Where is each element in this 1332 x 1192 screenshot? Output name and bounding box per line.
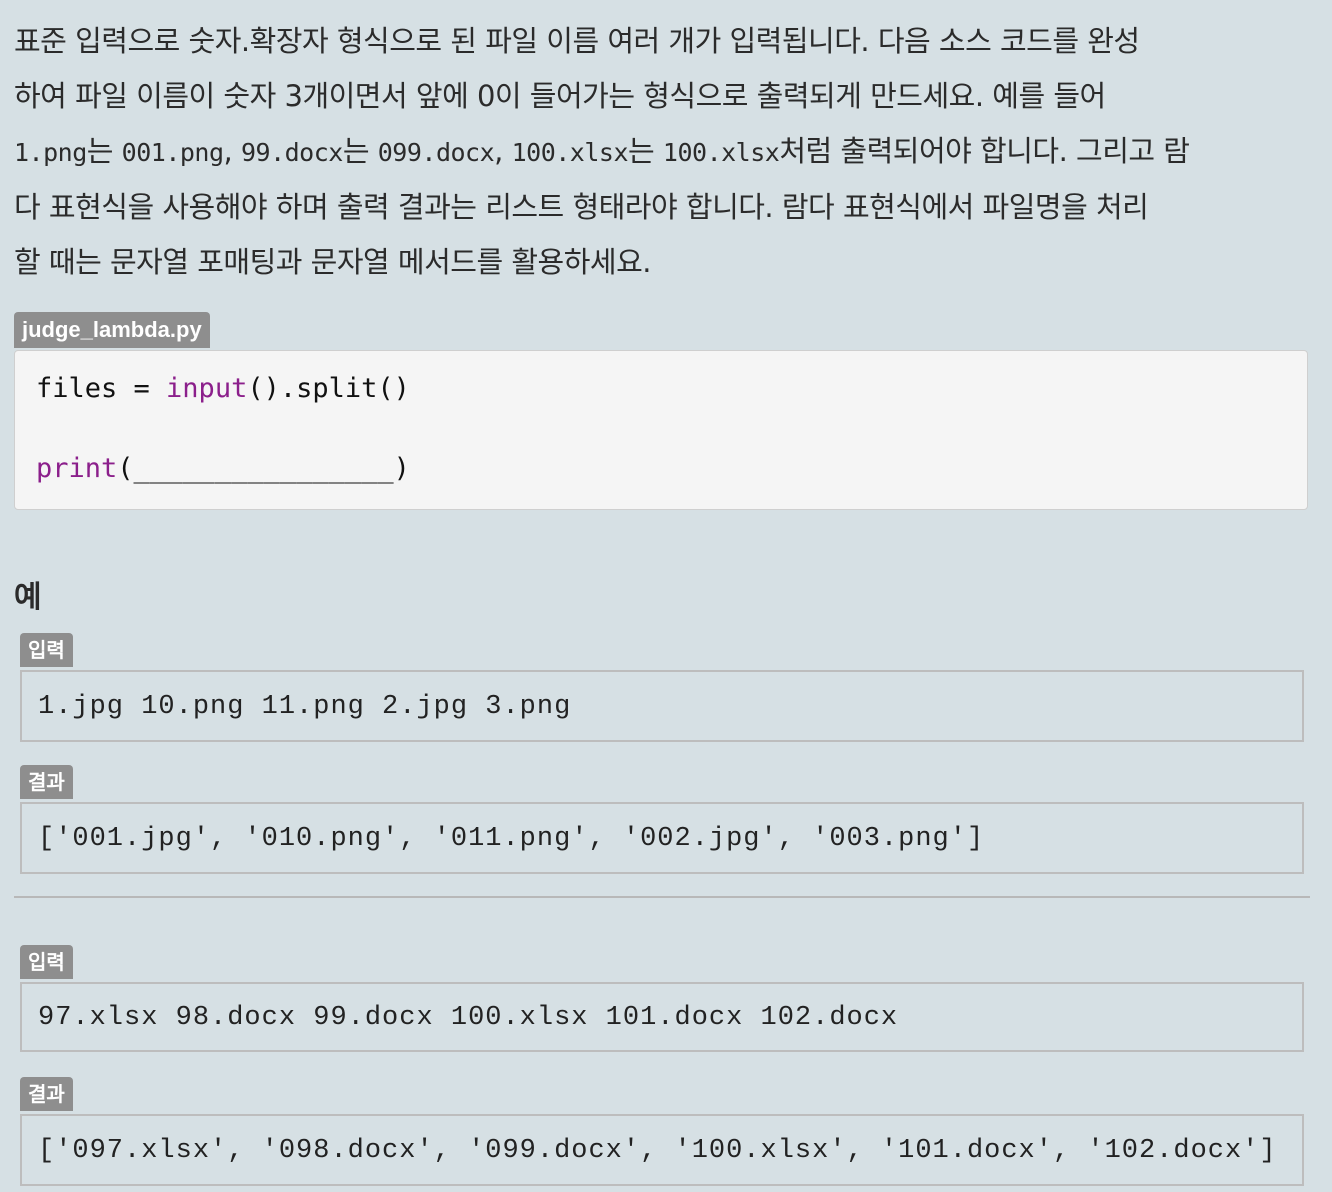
code-keyword-print: print (36, 453, 118, 484)
code-filename-tag: judge_lambda.py (14, 312, 210, 348)
problem-text-fragment: 처럼 출력되어야 합니다. 그리고 람 (779, 134, 1190, 168)
inline-code-example-2-output: 099.docx (377, 138, 495, 167)
inline-code-example-1-input: 1.png (14, 138, 87, 167)
inline-code-example-1-output: 001.png (121, 138, 224, 167)
example-1-output: ['001.jpg', '010.png', '011.png', '002.j… (20, 802, 1304, 874)
code-line-2: print(________________) (36, 453, 410, 484)
code-token: ().split() (247, 373, 410, 404)
code-blank-placeholder: (________________) (117, 453, 410, 484)
problem-line-5: 할 때는 문자열 포매팅과 문자열 메서드를 활용하세요. (14, 245, 652, 279)
problem-line-1: 표준 입력으로 숫자.확장자 형식으로 된 파일 이름 여러 개가 입력됩니다.… (14, 24, 1140, 58)
output-label: 결과 (20, 765, 73, 799)
inline-code-example-2-input: 99.docx (240, 138, 343, 167)
problem-text-fragment: 는 (342, 134, 378, 168)
example-1-input: 1.jpg 10.png 11.png 2.jpg 3.png (20, 670, 1304, 742)
problem-line-4: 다 표현식을 사용해야 하며 출력 결과는 리스트 형태라야 합니다. 람다 표… (14, 190, 1149, 224)
problem-text-fragment: 는 (628, 134, 663, 168)
examples-heading: 예 (14, 580, 42, 615)
inline-code-example-3-input: 100.xlsx (511, 138, 629, 167)
output-label: 결과 (20, 1077, 73, 1111)
code-token: files = (36, 373, 167, 404)
problem-line-2: 하여 파일 이름이 숫자 3개이면서 앞에 0이 들어가는 형식으로 출력되게 … (14, 79, 1106, 113)
problem-text-fragment: , (223, 134, 241, 168)
input-label: 입력 (20, 633, 73, 667)
problem-description: 표준 입력으로 숫자.확장자 형식으로 된 파일 이름 여러 개가 입력됩니다.… (14, 14, 1314, 290)
code-block[interactable]: files = input().split() print(__________… (14, 350, 1308, 510)
example-2-output: ['097.xlsx', '098.docx', '099.docx', '10… (20, 1114, 1304, 1186)
code-line-1: files = input().split() (36, 373, 410, 404)
problem-text-fragment: , (494, 134, 512, 168)
example-divider (14, 896, 1310, 898)
inline-code-example-3-output: 100.xlsx (662, 138, 780, 167)
example-2-input: 97.xlsx 98.docx 99.docx 100.xlsx 101.doc… (20, 982, 1304, 1052)
code-keyword-input: input (166, 373, 248, 404)
input-label: 입력 (20, 945, 73, 979)
problem-text-fragment: 는 (86, 134, 122, 168)
